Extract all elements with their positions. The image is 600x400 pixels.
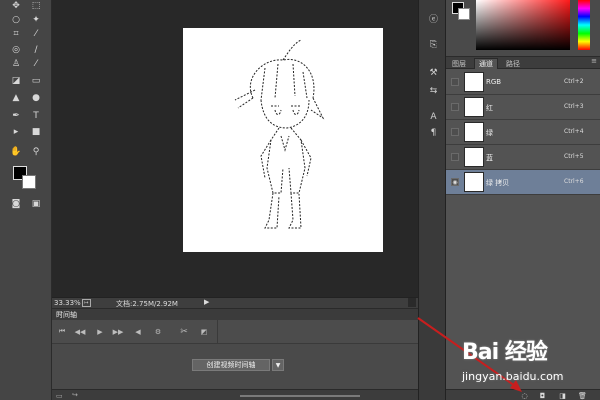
share-icon[interactable]: ↦ (82, 299, 91, 307)
channel-row-blue[interactable]: 蓝 Ctrl+5 (446, 145, 600, 170)
eraser-icon[interactable]: ◪ (8, 75, 24, 88)
split-scissors-icon[interactable]: ✂ (178, 326, 190, 337)
channel-shortcut: Ctrl+6 (564, 178, 584, 185)
hue-slider[interactable] (578, 0, 590, 50)
channel-row-green-copy[interactable]: ◉ 绿 拷贝 Ctrl+6 (446, 170, 600, 195)
channel-thumbnail (464, 172, 484, 192)
chevron-down-icon[interactable]: ▼ (272, 359, 284, 371)
eyedropper-icon[interactable]: ⁄ (28, 28, 44, 41)
channel-thumbnail (464, 97, 484, 117)
visibility-toggle[interactable] (451, 78, 459, 86)
timeline-tab-bar: 时间轴 ≡ (52, 309, 418, 320)
watermark-logo: Bai 经验 (462, 340, 548, 365)
channel-name: 蓝 (486, 154, 493, 162)
channel-row-red[interactable]: 红 Ctrl+3 (446, 95, 600, 120)
channel-thumbnail (464, 72, 484, 92)
path-select-icon[interactable]: ▸ (8, 126, 24, 139)
tools-panel: ✥ ⬚ ○ ✦ ⌗ ⁄ ◎ ∕ ♙ ⁄ ◪ ▭ ▲ ● ✒ T ▸ ■ ✋ ⚲ … (0, 0, 52, 400)
status-bar: 33.33% ↦ 文档:2.75M/2.92M ▶ (52, 297, 418, 308)
quick-mask-icon[interactable]: ◙ (8, 198, 24, 211)
magic-wand-icon[interactable]: ✦ (28, 14, 44, 27)
marquee-icon[interactable]: ⬚ (28, 0, 44, 13)
channel-shortcut: Ctrl+3 (564, 103, 584, 110)
channel-name: 绿 拷贝 (486, 179, 510, 187)
brush-panel-icon[interactable]: ⚒ (427, 66, 440, 79)
timeline-options-icon[interactable]: ▭ (56, 392, 63, 400)
background-color-swatch[interactable] (22, 175, 36, 189)
blur-icon[interactable]: ▲ (8, 92, 24, 105)
timeline-controls: ⏮ ◀◀ ▶ ▶▶ ◀ ⚙ ✂ ◩ (52, 320, 418, 344)
settings-icon[interactable]: ⚙ (152, 326, 164, 337)
sketch-selection (234, 39, 325, 229)
zoom-icon[interactable]: ⚲ (28, 146, 44, 159)
document-canvas-area (52, 0, 418, 297)
channel-name: RGB (486, 78, 502, 86)
channel-name: 绿 (486, 129, 493, 137)
move-icon[interactable]: ✥ (8, 0, 24, 13)
adjustment-panel-icon[interactable]: ⇆ (427, 84, 440, 97)
convert-icon[interactable]: ↪ (72, 391, 78, 399)
visibility-toggle[interactable] (451, 153, 459, 161)
panel-menu-icon[interactable]: ≡ (591, 57, 597, 65)
shape-icon[interactable]: ■ (28, 126, 44, 139)
zoom-slider[interactable] (240, 395, 360, 397)
color-picker-field[interactable] (476, 0, 570, 50)
new-channel-icon[interactable]: ◨ (558, 392, 567, 400)
character-panel-icon[interactable]: A (427, 110, 440, 123)
transition-icon[interactable]: ◩ (198, 326, 210, 337)
watermark-url: jingyan.baidu.com (462, 370, 564, 383)
play-icon[interactable]: ▶ (94, 326, 106, 337)
paragraph-panel-icon[interactable]: ¶ (427, 126, 440, 139)
create-video-timeline-button[interactable]: 创建视频时间轴 (192, 359, 270, 371)
lasso-icon[interactable]: ○ (8, 14, 24, 27)
watermark: Bai 经验 jingyan.baidu.com (462, 334, 592, 386)
tab-channels[interactable]: 通道 (474, 58, 498, 69)
channel-name: 红 (486, 104, 493, 112)
document-canvas[interactable] (183, 28, 383, 252)
divider (217, 320, 218, 344)
status-menu-arrow-icon[interactable]: ▶ (204, 298, 209, 306)
timeline-footer: ▭ ↪ (52, 389, 418, 400)
screen-mode-icon[interactable]: ▣ (28, 198, 44, 211)
audio-icon[interactable]: ◀ (132, 326, 144, 337)
pen-icon[interactable]: ✒ (8, 110, 24, 123)
channel-shortcut: Ctrl+2 (564, 78, 584, 85)
tab-paths[interactable]: 路径 (502, 58, 524, 69)
timeline-panel: 时间轴 ≡ ⏮ ◀◀ ▶ ▶▶ ◀ ⚙ ✂ ◩ 创建视频时间轴 ▼ ▭ ↪ (52, 308, 418, 400)
prev-frame-icon[interactable]: ◀◀ (74, 326, 86, 337)
photoshop-window: ✥ ⬚ ○ ✦ ⌗ ⁄ ◎ ∕ ♙ ⁄ ◪ ▭ ▲ ● ✒ T ▸ ■ ✋ ⚲ … (0, 0, 600, 400)
dodge-icon[interactable]: ● (28, 92, 44, 105)
channel-row-rgb[interactable]: RGB Ctrl+2 (446, 70, 600, 95)
spot-heal-icon[interactable]: ◎ (8, 44, 24, 57)
tab-layers[interactable]: 图层 (448, 58, 470, 69)
color-panel (446, 0, 600, 56)
color-background-swatch[interactable] (458, 8, 470, 20)
brush-icon[interactable]: ∕ (28, 44, 44, 57)
channel-shortcut: Ctrl+4 (564, 128, 584, 135)
type-icon[interactable]: T (28, 110, 44, 123)
channel-thumbnail (464, 122, 484, 142)
gradient-icon[interactable]: ▭ (28, 75, 44, 88)
panel-tabs: 图层 通道 路径 ≡ (446, 57, 600, 69)
eye-icon[interactable]: ◉ (451, 178, 459, 186)
zoom-level[interactable]: 33.33% (54, 299, 81, 307)
history-brush-icon[interactable]: ⁄ (28, 58, 44, 71)
properties-panel-icon[interactable]: ⎘ (427, 38, 440, 51)
stamp-icon[interactable]: ♙ (8, 58, 24, 71)
visibility-toggle[interactable] (451, 128, 459, 136)
scrollbar-corner (408, 298, 416, 307)
first-frame-icon[interactable]: ⏮ (56, 326, 68, 337)
crop-icon[interactable]: ⌗ (8, 28, 24, 41)
visibility-toggle[interactable] (451, 103, 459, 111)
channel-thumbnail (464, 147, 484, 167)
info-panel-icon[interactable]: ⓔ (427, 12, 440, 25)
hand-icon[interactable]: ✋ (8, 146, 24, 159)
delete-channel-icon[interactable]: 🗑 (578, 392, 587, 400)
channel-row-green[interactable]: 绿 Ctrl+4 (446, 120, 600, 145)
channel-shortcut: Ctrl+5 (564, 153, 584, 160)
panel-menu-icon[interactable]: ≡ (56, 309, 414, 317)
next-frame-icon[interactable]: ▶▶ (112, 326, 124, 337)
